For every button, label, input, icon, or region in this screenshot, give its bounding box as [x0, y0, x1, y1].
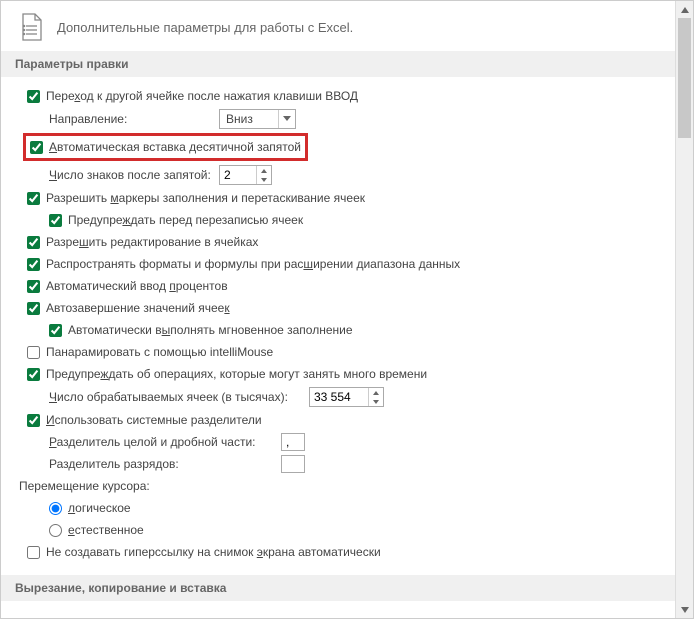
- spinner-down-icon[interactable]: [369, 397, 383, 406]
- checkbox-warn-overwrite[interactable]: [49, 214, 62, 227]
- label-move-after-enter: Переход к другой ячейке после нажатия кл…: [46, 87, 358, 105]
- label-thousand-sep: Разделитель разрядов:: [49, 455, 281, 473]
- label-warn-long-ops: Предупреждать об операциях, которые могу…: [46, 365, 427, 383]
- checkbox-flash-fill[interactable]: [49, 324, 62, 337]
- vertical-scrollbar[interactable]: [675, 1, 693, 618]
- checkbox-warn-long-ops[interactable]: [27, 368, 40, 381]
- label-cursor-natural: естественное: [68, 521, 144, 539]
- spinner-decimal-digits[interactable]: [219, 165, 272, 185]
- document-options-icon: [15, 11, 47, 43]
- label-decimal-digits: Число знаков после запятой:: [49, 166, 219, 184]
- label-decimal-sep: Разделитель целой и дробной части:: [49, 433, 281, 451]
- label-edit-in-cell: Разрешить редактирование в ячейках: [46, 233, 258, 251]
- label-intellimouse: Панарамировать с помощью intelliMouse: [46, 343, 273, 361]
- spinner-up-icon[interactable]: [257, 166, 271, 175]
- label-autocomplete: Автозавершение значений ячеек: [46, 299, 230, 317]
- label-cursor-movement: Перемещение курсора:: [19, 477, 150, 495]
- checkbox-fill-handle[interactable]: [27, 192, 40, 205]
- spinner-cells-thousands[interactable]: [309, 387, 384, 407]
- highlighted-option: Автоматическая вставка десятичной запято…: [23, 133, 308, 161]
- label-extend-formats: Распространять форматы и формулы при рас…: [46, 255, 460, 273]
- label-flash-fill: Автоматически выполнять мгновенное запол…: [68, 321, 353, 339]
- label-cursor-logical: логическое: [68, 499, 131, 517]
- section-cut-copy-paste: Вырезание, копирование и вставка: [1, 575, 693, 601]
- label-auto-percent: Автоматический ввод процентов: [46, 277, 228, 295]
- radio-cursor-logical[interactable]: [49, 502, 62, 515]
- label-direction: Направление:: [49, 110, 219, 128]
- chevron-down-icon: [278, 110, 295, 128]
- label-warn-overwrite: Предупреждать перед перезаписью ячеек: [68, 211, 303, 229]
- scroll-up-icon[interactable]: [676, 1, 693, 18]
- dropdown-direction-value: Вниз: [220, 110, 278, 128]
- checkbox-extend-formats[interactable]: [27, 258, 40, 271]
- checkbox-intellimouse[interactable]: [27, 346, 40, 359]
- checkbox-auto-decimal[interactable]: [30, 141, 43, 154]
- page-title: Дополнительные параметры для работы с Ex…: [57, 20, 353, 35]
- input-decimal-digits[interactable]: [220, 167, 256, 183]
- spinner-down-icon[interactable]: [257, 175, 271, 184]
- checkbox-auto-percent[interactable]: [27, 280, 40, 293]
- spinner-up-icon[interactable]: [369, 388, 383, 397]
- label-fill-handle: Разрешить маркеры заполнения и перетаски…: [46, 189, 365, 207]
- section-editing-options: Параметры правки: [1, 51, 693, 77]
- scroll-down-icon[interactable]: [676, 601, 693, 618]
- checkbox-no-hyperlink-screenshot[interactable]: [27, 546, 40, 559]
- scroll-thumb[interactable]: [678, 18, 691, 138]
- checkbox-system-separators[interactable]: [27, 414, 40, 427]
- editing-options-content: Переход к другой ячейке после нажатия кл…: [1, 77, 693, 561]
- label-no-hyperlink-screenshot: Не создавать гиперссылку на снимок экран…: [46, 543, 381, 561]
- checkbox-edit-in-cell[interactable]: [27, 236, 40, 249]
- page-header: Дополнительные параметры для работы с Ex…: [1, 1, 693, 51]
- input-cells-thousands[interactable]: [310, 389, 368, 405]
- checkbox-autocomplete[interactable]: [27, 302, 40, 315]
- label-auto-decimal: Автоматическая вставка десятичной запято…: [49, 138, 301, 156]
- dropdown-direction[interactable]: Вниз: [219, 109, 296, 129]
- input-thousand-sep[interactable]: [281, 455, 305, 473]
- input-decimal-sep[interactable]: [281, 433, 305, 451]
- label-system-separators: Использовать системные разделители: [46, 411, 262, 429]
- radio-cursor-natural[interactable]: [49, 524, 62, 537]
- label-cells-thousands: Число обрабатываемых ячеек (в тысячах):: [49, 388, 309, 406]
- checkbox-move-after-enter[interactable]: [27, 90, 40, 103]
- options-window: Дополнительные параметры для работы с Ex…: [0, 0, 694, 619]
